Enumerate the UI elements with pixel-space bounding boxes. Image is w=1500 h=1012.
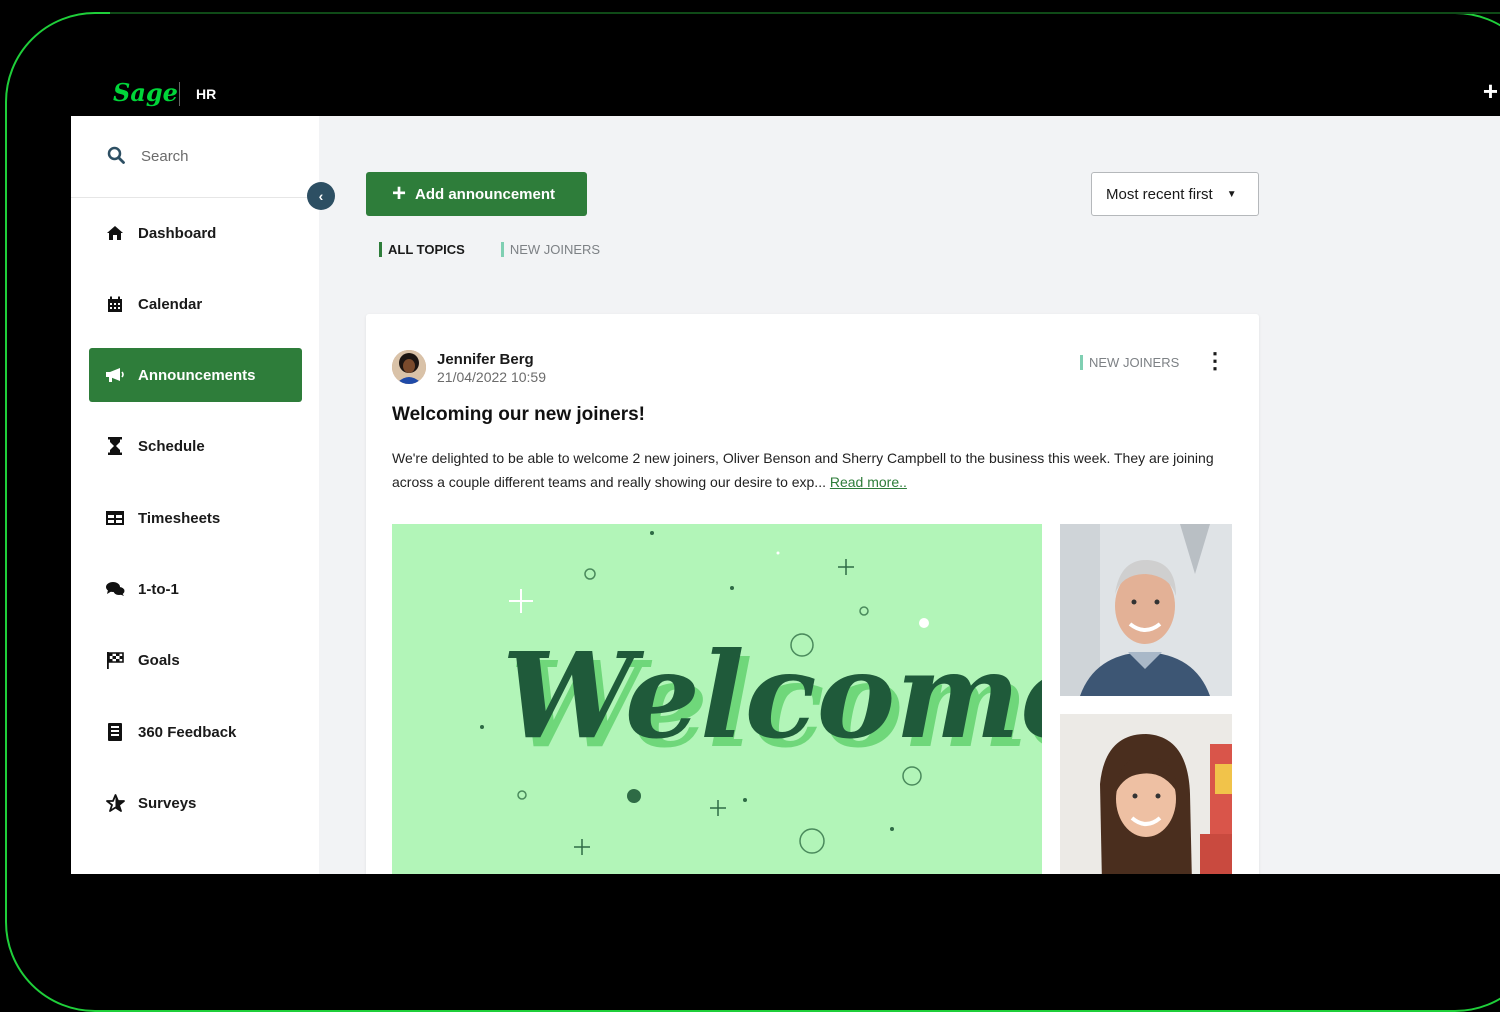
sidebar-item-label: Goals: [138, 651, 180, 669]
megaphone-icon: [105, 367, 125, 383]
post-datetime: 21/04/2022 10:59: [437, 369, 546, 385]
sidebar-item-timesheets[interactable]: Timesheets: [89, 491, 302, 545]
sidebar: Dashboard Calendar Announcements: [71, 116, 319, 874]
welcome-image: Welcome Welcome: [392, 524, 1042, 874]
sidebar-item-label: Surveys: [138, 794, 197, 812]
star-icon: [105, 794, 125, 812]
post-title: Welcoming our new joiners!: [392, 404, 646, 425]
tab-all-topics[interactable]: ALL TOPICS: [379, 242, 465, 257]
post-excerpt: We're delighted to be able to welcome 2 …: [392, 450, 1214, 490]
add-announcement-button[interactable]: + Add announcement: [366, 172, 587, 216]
device-frame: Sage HR + Dashboard: [0, 0, 1500, 1012]
post-body: We're delighted to be able to welcome 2 …: [392, 446, 1242, 494]
sidebar-item-surveys[interactable]: Surveys: [89, 776, 302, 830]
flag-icon: [105, 651, 125, 669]
calendar-icon: [105, 296, 125, 313]
top-bar: Sage HR +: [71, 70, 1500, 116]
avatar: [392, 350, 426, 384]
sidebar-item-label: Calendar: [138, 295, 203, 313]
chevron-left-icon: ‹: [318, 188, 324, 204]
logo-divider: [179, 82, 180, 106]
sidebar-item-360-feedback[interactable]: 360 Feedback: [89, 705, 302, 759]
table-icon: [105, 511, 125, 525]
post-author[interactable]: Jennifer Berg: [437, 351, 534, 368]
add-announcement-label: Add announcement: [415, 185, 556, 203]
search-input[interactable]: [141, 144, 291, 168]
search-icon[interactable]: [107, 146, 125, 164]
home-icon: [105, 225, 125, 241]
collapse-sidebar-button[interactable]: ‹: [307, 182, 335, 210]
new-joiner-photo-oliver: [1060, 524, 1232, 696]
sidebar-item-label: Dashboard: [138, 224, 217, 242]
sidebar-item-dashboard[interactable]: Dashboard: [89, 206, 302, 260]
welcome-lettering: Welcome: [502, 626, 1042, 765]
search-bar: [71, 116, 319, 198]
product-name: HR: [196, 86, 217, 102]
hourglass-icon: [105, 437, 125, 455]
read-more-link[interactable]: Read more..: [830, 474, 907, 490]
sidebar-item-goals[interactable]: Goals: [89, 633, 302, 687]
sidebar-item-label: Announcements: [138, 366, 256, 384]
plus-icon: +: [392, 180, 407, 207]
chat-icon: [105, 581, 125, 597]
sidebar-item-label: 1-to-1: [138, 580, 179, 598]
app-screen: Sage HR + Dashboard: [71, 70, 1500, 874]
sidebar-item-label: 360 Feedback: [138, 723, 237, 741]
sidebar-item-label: Schedule: [138, 437, 205, 455]
tab-new-joiners[interactable]: NEW JOINERS: [500, 242, 600, 257]
sort-dropdown[interactable]: Most recent first ▼: [1091, 172, 1259, 216]
document-icon: [105, 723, 125, 741]
sage-logo[interactable]: Sage: [113, 78, 178, 107]
caret-down-icon: ▼: [1226, 188, 1237, 200]
sort-label: Most recent first: [1106, 185, 1213, 203]
main-content: + Add announcement Most recent first ▼ A…: [319, 116, 1500, 874]
plus-icon[interactable]: +: [1483, 78, 1498, 104]
sidebar-item-calendar[interactable]: Calendar: [89, 277, 302, 331]
post-topic-tag: NEW JOINERS: [1080, 355, 1179, 370]
more-options-icon[interactable]: ⋮: [1204, 350, 1226, 372]
announcement-card: Jennifer Berg 21/04/2022 10:59 NEW JOINE…: [366, 314, 1259, 874]
sidebar-item-schedule[interactable]: Schedule: [89, 419, 302, 473]
sidebar-item-announcements[interactable]: Announcements: [89, 348, 302, 402]
sidebar-item-label: Timesheets: [138, 509, 221, 527]
sidebar-item-1-to-1[interactable]: 1-to-1: [89, 562, 302, 616]
topic-tabs: ALL TOPICS NEW JOINERS: [379, 242, 636, 257]
new-joiner-photo-sherry: [1060, 714, 1232, 874]
device-edge: [110, 12, 1500, 14]
